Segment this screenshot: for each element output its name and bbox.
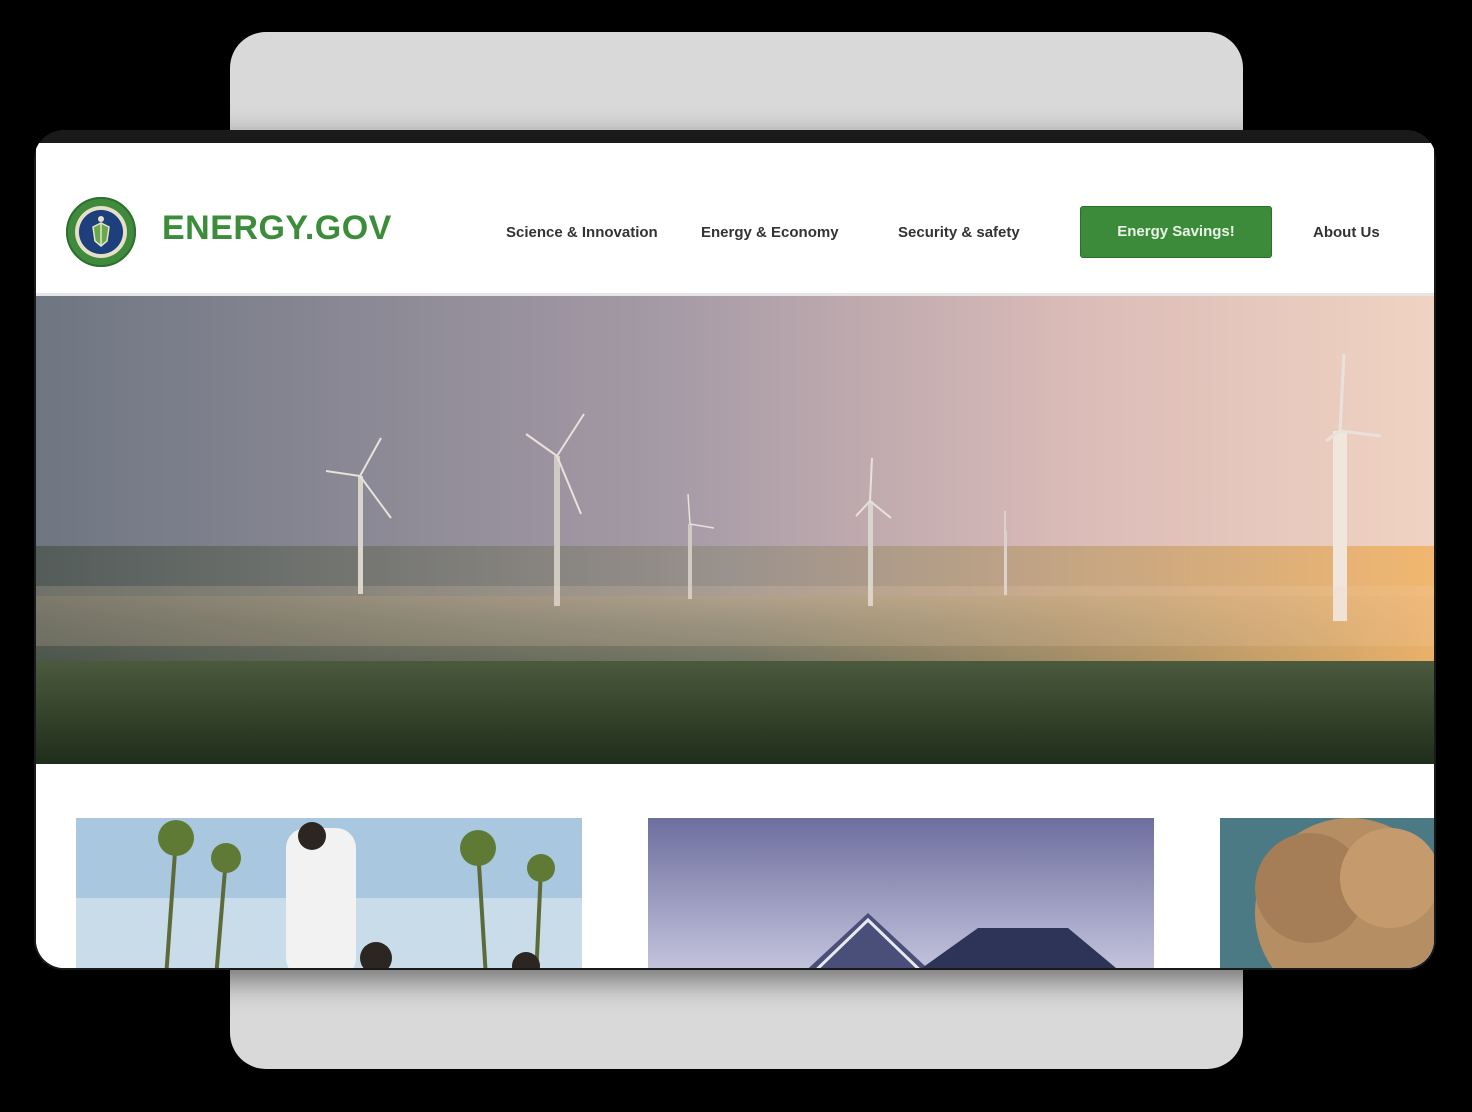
- stage: ENERGY.GOV Science & Innovation Energy &…: [0, 0, 1472, 1112]
- main-nav: Science & Innovation Energy & Economy Se…: [36, 207, 1434, 259]
- nav-energy-economy[interactable]: Energy & Economy: [701, 207, 839, 259]
- browser-window: ENERGY.GOV Science & Innovation Energy &…: [34, 130, 1436, 970]
- nav-security-safety[interactable]: Security & safety: [898, 207, 1020, 259]
- feature-cards: [36, 764, 1434, 968]
- hero-image: [36, 296, 1434, 764]
- card-students-planting[interactable]: [76, 818, 582, 968]
- nav-science-innovation[interactable]: Science & Innovation: [506, 207, 658, 259]
- card-solar-house[interactable]: [648, 818, 1154, 968]
- site-header: ENERGY.GOV Science & Innovation Energy &…: [36, 143, 1434, 296]
- web-page: ENERGY.GOV Science & Innovation Energy &…: [36, 143, 1434, 968]
- energy-savings-button[interactable]: Energy Savings!: [1081, 207, 1271, 257]
- card-autumn-tree[interactable]: [1220, 818, 1434, 968]
- nav-about-us[interactable]: About Us: [1313, 207, 1380, 259]
